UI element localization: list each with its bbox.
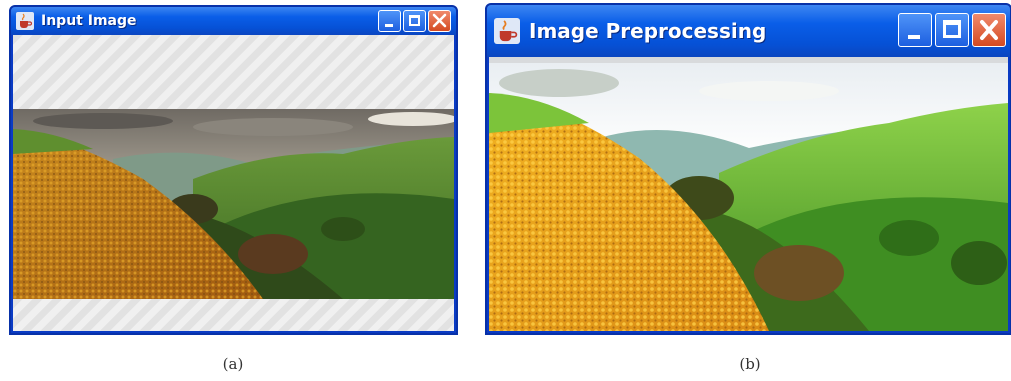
close-icon [432,13,447,28]
window-title: Image Preprocessing [529,19,767,43]
close-icon [980,20,998,40]
image-canvas [489,57,1008,331]
maximize-icon [409,15,420,26]
input-image-window: Input Image [9,5,458,335]
close-button[interactable] [428,10,451,32]
maximize-button[interactable] [935,13,969,47]
letterbox-top [13,35,454,109]
java-cup-icon[interactable] [494,18,520,44]
landscape-image [13,109,454,299]
preprocessed-image [489,63,1008,331]
java-cup-icon[interactable] [16,12,34,30]
minimize-icon [908,35,920,39]
window-title: Input Image [41,13,137,29]
maximize-icon [943,20,961,38]
maximize-button[interactable] [403,10,426,32]
image-canvas [13,35,454,331]
minimize-icon [385,24,393,27]
minimize-button[interactable] [898,13,932,47]
letterbox-bottom [13,299,454,331]
image-preprocessing-window: Image Preprocessing [485,3,1011,335]
close-button[interactable] [972,13,1006,47]
caption-b: (b) [739,355,761,373]
minimize-button[interactable] [378,10,401,32]
caption-a: (a) [222,355,244,373]
